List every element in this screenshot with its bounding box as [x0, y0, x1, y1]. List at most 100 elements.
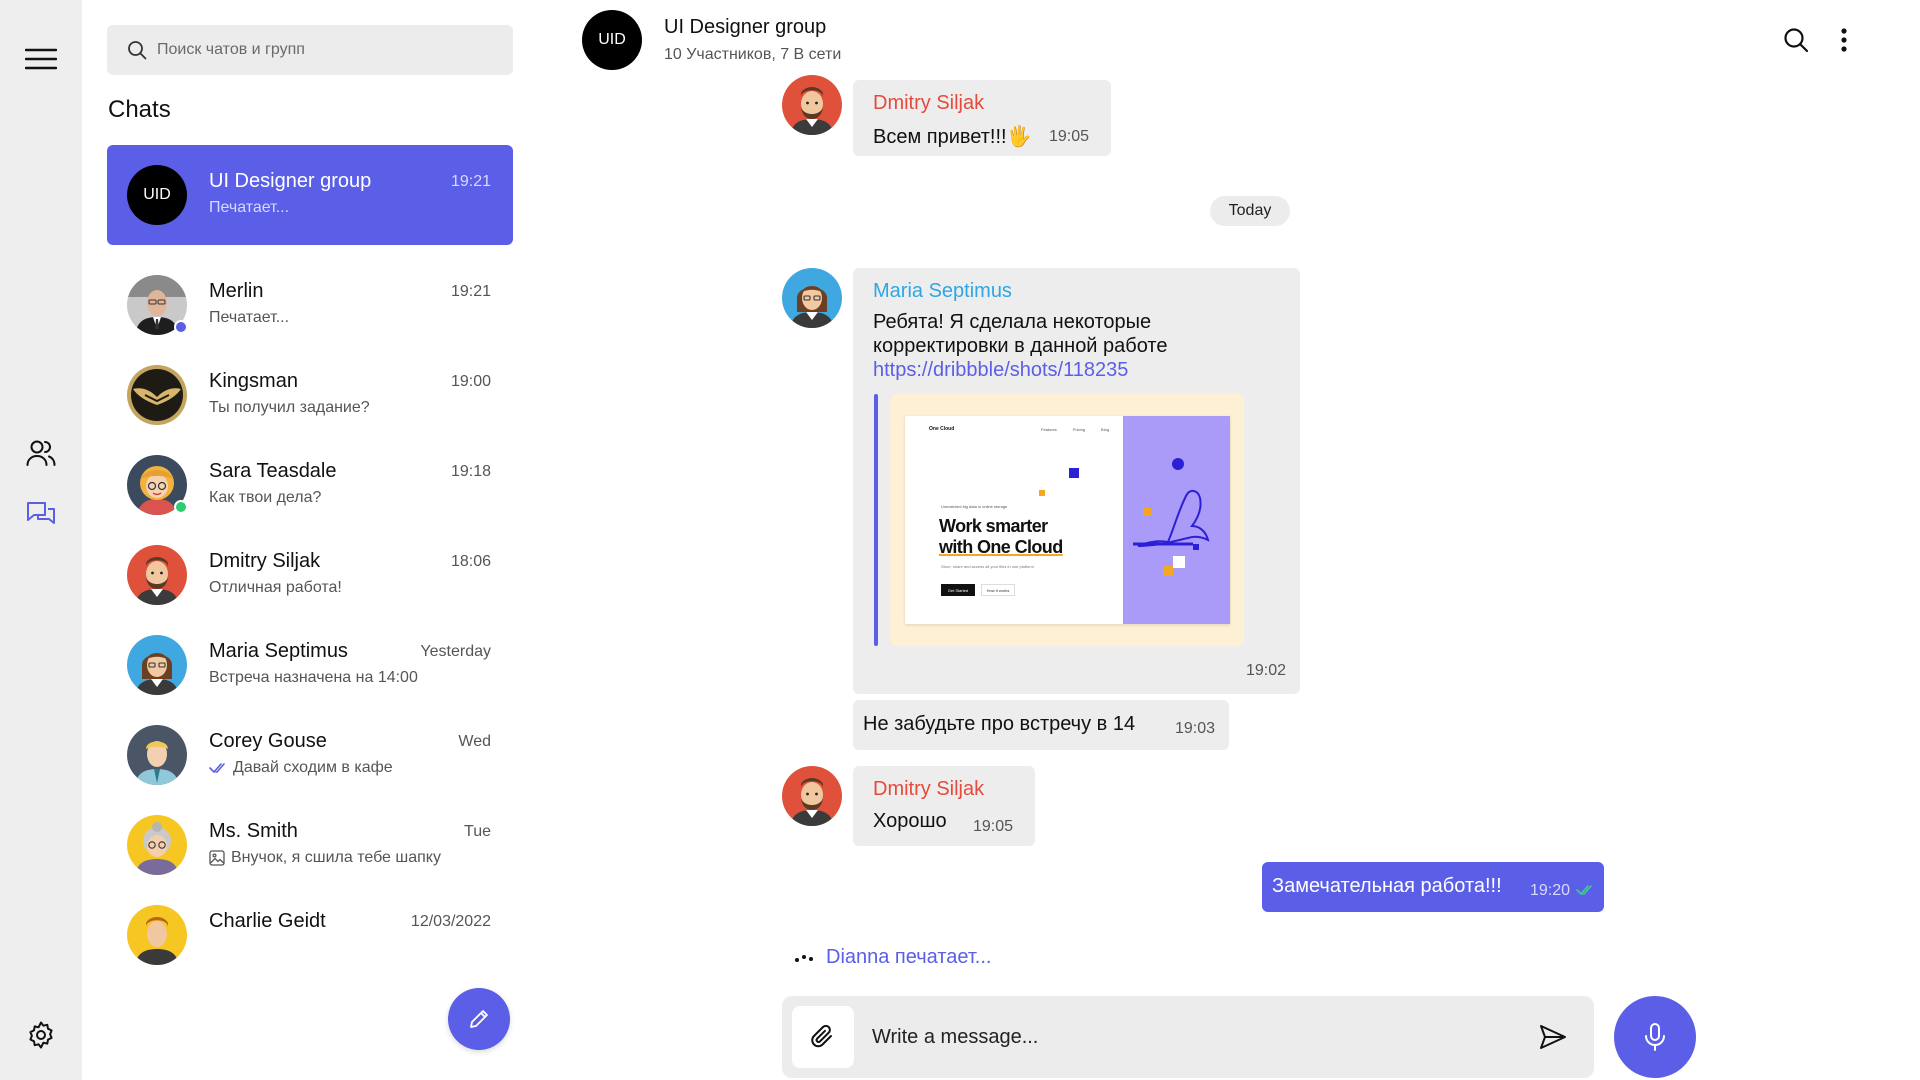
- message-time: 19:05: [1049, 128, 1090, 145]
- message-text: Не забудьте про встречу в 14: [863, 713, 1136, 735]
- message-text: Ребята! Я сделала некоторые корректировк…: [873, 311, 1168, 381]
- message-time: 19:03: [1175, 720, 1216, 737]
- search-icon: [128, 41, 147, 60]
- chat-preview: Ты получил задание?: [209, 399, 370, 416]
- chat-preview: Печатает...: [209, 199, 290, 216]
- search-icon[interactable]: [1778, 22, 1814, 58]
- avatar: [127, 815, 187, 875]
- avatar: [127, 275, 188, 335]
- message-avatar-maria[interactable]: [782, 268, 842, 328]
- message-input[interactable]: [872, 1018, 1472, 1056]
- typing-dots-icon: [795, 954, 813, 962]
- message-link[interactable]: https://dribbble/shots/118235: [873, 359, 1128, 381]
- chat-time: 12/03/2022: [410, 913, 491, 930]
- chat-item-charlie-geidt[interactable]: Charlie Geidt 12/03/2022: [107, 885, 513, 985]
- chats-heading: Chats: [108, 96, 171, 123]
- chat-preview: Отличная работа!: [209, 579, 342, 596]
- chat-time: 19:18: [450, 463, 491, 480]
- chat-name: Dmitry Siljak: [209, 550, 321, 572]
- chat-item-sara-teasdale[interactable]: Sara Teasdale Как твои дела? 19:18: [107, 435, 513, 535]
- chat-name: Ms. Smith: [209, 820, 298, 842]
- chat-name: Merlin: [209, 280, 264, 302]
- more-icon[interactable]: [1826, 22, 1862, 58]
- chat-preview: Давай сходим в кафе: [209, 759, 393, 777]
- chat-header: UID UI Designer group 10 Участников, 7 В…: [552, 0, 1920, 80]
- double-check-icon: [209, 763, 225, 773]
- chat-members-status: 10 Участников, 7 В сети: [664, 46, 842, 63]
- message-bubble: Dmitry Siljak Всем привет!!!🖐 19:05: [853, 80, 1111, 156]
- message-sender: Maria Septimus: [873, 280, 1012, 302]
- chat-time: 19:21: [450, 283, 491, 300]
- chat-time: 19:21: [450, 173, 491, 190]
- chat-name: Maria Septimus: [209, 640, 348, 662]
- avatar: [127, 365, 187, 425]
- message-sender: Dmitry Siljak: [873, 92, 985, 114]
- search-input[interactable]: [157, 41, 477, 59]
- chat-time: Tue: [464, 823, 491, 840]
- typing-indicator: Dianna печатает...: [794, 946, 991, 969]
- search-bar[interactable]: [107, 25, 513, 75]
- group-avatar[interactable]: UID: [582, 10, 642, 70]
- chat-time: 19:00: [450, 373, 491, 390]
- menu-icon[interactable]: [20, 38, 62, 80]
- avatar: [127, 725, 187, 785]
- chat-preview: Встреча назначена на 14:00: [209, 669, 418, 686]
- chat-time: Wed: [458, 733, 491, 750]
- chat-list-panel: Chats UID UI Designer group Печатает... …: [82, 0, 552, 1080]
- pencil-icon: [470, 1010, 488, 1028]
- avatar: [127, 635, 187, 695]
- message-text: Хорошо: [873, 810, 947, 832]
- send-button[interactable]: [1534, 1018, 1572, 1056]
- message-bubble: Dmitry Siljak Хорошо 19:05: [853, 766, 1035, 846]
- message-avatar-dmitry[interactable]: [782, 75, 842, 135]
- chat-item-merlin[interactable]: Merlin Печатает... 19:21: [107, 255, 513, 355]
- chat-item-corey-gouse[interactable]: Corey Gouse Давай сходим в кафе Wed: [107, 705, 513, 805]
- chat-item-dmitry-siljak[interactable]: Dmitry Siljak Отличная работа! 18:06: [107, 525, 513, 625]
- voice-message-button[interactable]: [1614, 996, 1696, 1078]
- chat-item-maria-septimus[interactable]: Maria Septimus Встреча назначена на 14:0…: [107, 615, 513, 715]
- message-time: 19:20: [1530, 882, 1571, 899]
- message-text: Замечательная работа!!!: [1272, 875, 1502, 897]
- chat-name: UI Designer group: [209, 170, 372, 192]
- avatar: UID: [127, 165, 187, 225]
- chat-name: Sara Teasdale: [209, 460, 337, 482]
- contacts-icon[interactable]: [20, 432, 62, 474]
- paperclip-icon: [811, 1024, 832, 1048]
- chat-item-ms-smith[interactable]: Ms. Smith Внучок, я сшила тебе шапку Tue: [107, 795, 513, 895]
- chat-time: Yesterday: [420, 643, 491, 660]
- left-rail: [0, 0, 82, 1080]
- microphone-icon: [1645, 1023, 1665, 1051]
- chats-icon[interactable]: [20, 494, 62, 536]
- message-time: 19:05: [973, 818, 1014, 835]
- message-bubble: Не забудьте про встречу в 14 19:03: [853, 700, 1229, 750]
- settings-icon[interactable]: [20, 1014, 62, 1056]
- chat-preview: Внучок, я сшила тебе шапку: [209, 849, 441, 867]
- message-time: 19:02: [1246, 662, 1287, 679]
- message-text: Всем привет!!!🖐: [873, 126, 1032, 148]
- avatar: [127, 545, 187, 605]
- chat-time: 18:06: [450, 553, 491, 570]
- chat-name: Charlie Geidt: [209, 910, 326, 932]
- avatar: [127, 905, 187, 965]
- avatar: [127, 455, 188, 515]
- date-divider: Today: [1210, 196, 1290, 226]
- message-sender: Dmitry Siljak: [873, 778, 985, 800]
- chat-name: Corey Gouse: [209, 730, 327, 752]
- chat-name: Kingsman: [209, 370, 298, 392]
- chat-preview: Печатает...: [209, 309, 290, 326]
- chat-item-ui-designer-group[interactable]: UID UI Designer group Печатает... 19:21: [107, 145, 513, 245]
- read-check-icon: [1576, 885, 1592, 895]
- chat-preview: Как твои дела?: [209, 489, 322, 506]
- link-preview-image: One Cloud Features Pricing Blog Unmatched …: [905, 416, 1230, 624]
- new-chat-button[interactable]: [448, 988, 510, 1050]
- image-icon: [209, 850, 225, 866]
- send-icon: [1540, 1025, 1566, 1049]
- link-preview-card[interactable]: One Cloud Features Pricing Blog Unmatched …: [890, 394, 1244, 646]
- chat-title[interactable]: UI Designer group: [664, 16, 826, 39]
- attach-button[interactable]: [792, 1006, 854, 1068]
- link-preview-accent: [874, 394, 878, 646]
- my-message-bubble: Замечательная работа!!! 19:20: [1262, 862, 1604, 912]
- message-composer: [782, 996, 1594, 1078]
- message-avatar-dmitry[interactable]: [782, 766, 842, 826]
- chat-item-kingsman[interactable]: Kingsman Ты получил задание? 19:00: [107, 345, 513, 445]
